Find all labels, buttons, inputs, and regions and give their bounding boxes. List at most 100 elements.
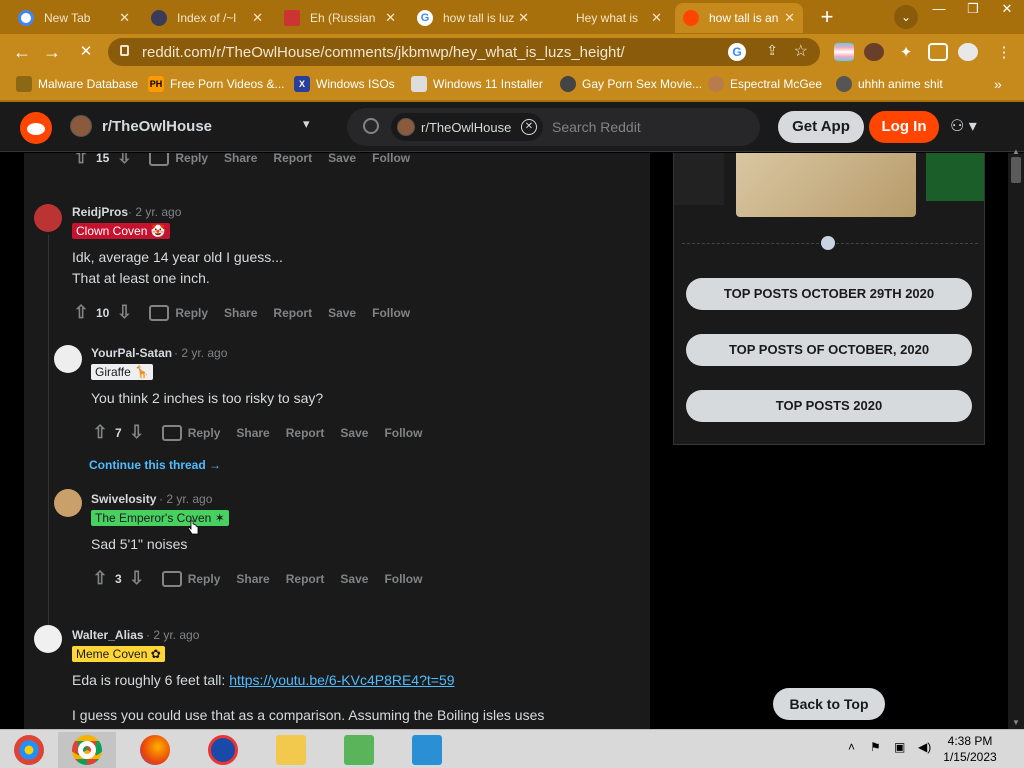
- reply-icon[interactable]: [161, 570, 182, 587]
- tab-index[interactable]: Index of /~l ✕: [143, 3, 271, 33]
- log-in-button[interactable]: Log In: [869, 111, 939, 143]
- avatar[interactable]: [34, 625, 62, 653]
- restore-button[interactable]: ❐: [956, 0, 990, 20]
- thumbnail-image[interactable]: [736, 153, 916, 217]
- stop-loading-button[interactable]: ✕: [74, 40, 98, 64]
- chevron-down-icon[interactable]: ▾: [303, 116, 310, 132]
- scroll-up-icon[interactable]: ▲: [1012, 147, 1020, 156]
- reply-button[interactable]: Reply: [175, 306, 208, 320]
- thumbnail-image[interactable]: [674, 153, 724, 205]
- follow-button[interactable]: Follow: [372, 306, 410, 320]
- tab-search-button[interactable]: ⌄: [894, 5, 918, 29]
- tab-hey-what-is[interactable]: Hey what is ✕: [542, 3, 670, 33]
- new-tab-button[interactable]: +: [814, 5, 840, 31]
- volume-icon[interactable]: ◀): [918, 740, 931, 754]
- top-posts-year-button[interactable]: TOP POSTS 2020: [686, 390, 972, 422]
- bookmark-star-icon[interactable]: ☆: [794, 41, 808, 61]
- close-tab-icon[interactable]: ✕: [518, 10, 529, 26]
- follow-button[interactable]: Follow: [384, 572, 422, 586]
- minimize-button[interactable]: —: [922, 0, 956, 20]
- back-to-top-button[interactable]: Back to Top: [773, 688, 885, 720]
- continue-thread-link[interactable]: Continue this thread →: [89, 458, 221, 472]
- share-button[interactable]: Share: [224, 153, 257, 165]
- extension-avatar-icon[interactable]: [864, 43, 884, 61]
- extensions-puzzle-icon[interactable]: ✦: [896, 43, 916, 61]
- start-button[interactable]: [0, 732, 58, 768]
- share-button[interactable]: Share: [236, 572, 269, 586]
- save-button[interactable]: Save: [328, 306, 356, 320]
- reply-button[interactable]: Reply: [175, 153, 208, 165]
- comment-age[interactable]: · 2 yr. ago: [174, 346, 227, 360]
- flag-icon[interactable]: ⚑: [870, 740, 881, 754]
- save-button[interactable]: Save: [328, 153, 356, 165]
- taskbar-firefox[interactable]: [126, 732, 184, 768]
- user-menu-icon[interactable]: ⚇ ▾: [950, 116, 977, 136]
- close-window-button[interactable]: ✕: [990, 0, 1024, 20]
- youtube-link[interactable]: https://youtu.be/6-KVc4P8RE4?t=59: [229, 672, 454, 688]
- upvote-icon[interactable]: ⇧: [89, 568, 111, 589]
- bookmark-espectral-mcgee[interactable]: Espectral McGee: [708, 76, 822, 92]
- avatar[interactable]: [34, 204, 62, 232]
- comment-author[interactable]: Walter_Alias: [72, 628, 144, 642]
- reddit-logo-icon[interactable]: [20, 112, 52, 144]
- comment-age[interactable]: · 2 yr. ago: [159, 492, 212, 506]
- share-icon[interactable]: ⇪: [766, 42, 778, 59]
- tab-new-tab[interactable]: New Tab ✕: [10, 3, 138, 33]
- forward-button[interactable]: →: [40, 40, 64, 64]
- url-text[interactable]: reddit.com/r/TheOwlHouse/comments/jkbmwp…: [142, 44, 625, 61]
- search-community-chip[interactable]: r/TheOwlHouse ✕: [391, 113, 543, 141]
- search-input[interactable]: Search Reddit: [552, 119, 641, 135]
- page-scrollbar[interactable]: ▲ ▼: [1008, 147, 1024, 729]
- downvote-icon[interactable]: ⇩: [126, 422, 148, 443]
- close-tab-icon[interactable]: ✕: [119, 10, 130, 26]
- thread-line[interactable]: [48, 235, 49, 625]
- bookmark-windows-11-installer[interactable]: Windows 11 Installer: [411, 76, 543, 92]
- reply-icon[interactable]: [149, 304, 170, 321]
- share-button[interactable]: Share: [224, 306, 257, 320]
- reply-button[interactable]: Reply: [188, 426, 221, 440]
- community-switcher[interactable]: r/TheOwlHouse: [70, 115, 212, 137]
- report-button[interactable]: Report: [273, 153, 312, 165]
- upvote-icon[interactable]: ⇧: [70, 153, 92, 168]
- taskbar-network[interactable]: [330, 732, 388, 768]
- comment-age[interactable]: · 2 yr. ago: [146, 628, 199, 642]
- taskbar-news[interactable]: [194, 732, 252, 768]
- report-button[interactable]: Report: [286, 572, 325, 586]
- scroll-down-icon[interactable]: ▼: [1012, 718, 1020, 727]
- reply-icon[interactable]: [161, 424, 182, 441]
- tab-how-tall-active[interactable]: how tall is an ✕: [675, 3, 803, 33]
- address-bar[interactable]: reddit.com/r/TheOwlHouse/comments/jkbmwp…: [108, 38, 820, 66]
- network-status-icon[interactable]: ▣: [894, 740, 905, 754]
- reply-icon[interactable]: [149, 153, 170, 166]
- bookmark-malware-database[interactable]: Malware Database: [16, 76, 138, 92]
- report-button[interactable]: Report: [273, 306, 312, 320]
- top-posts-day-button[interactable]: TOP POSTS OCTOBER 29TH 2020: [686, 278, 972, 310]
- reply-button[interactable]: Reply: [188, 572, 221, 586]
- carousel-dot[interactable]: [821, 236, 835, 250]
- close-tab-icon[interactable]: ✕: [385, 10, 396, 26]
- upvote-icon[interactable]: ⇧: [89, 422, 111, 443]
- scrollbar-thumb[interactable]: [1011, 157, 1021, 183]
- show-hidden-icons[interactable]: ˄: [848, 740, 855, 754]
- taskbar-file-explorer[interactable]: [262, 732, 320, 768]
- bookmark-free-porn-videos[interactable]: PH Free Porn Videos &...: [148, 76, 285, 92]
- bookmark-anime[interactable]: uhhh anime shit: [836, 76, 943, 92]
- profile-icon[interactable]: [958, 43, 978, 61]
- save-button[interactable]: Save: [340, 572, 368, 586]
- taskbar-app[interactable]: [398, 732, 456, 768]
- get-app-button[interactable]: Get App: [778, 111, 864, 143]
- tab-eh-russian[interactable]: Eh (Russian ✕: [276, 3, 404, 33]
- comment-author[interactable]: Swivelosity: [91, 492, 156, 506]
- comment-age[interactable]: · 2 yr. ago: [128, 205, 181, 219]
- close-tab-icon[interactable]: ✕: [651, 10, 662, 26]
- bookmark-gay-porn-sex-movie[interactable]: Gay Porn Sex Movie...: [560, 76, 702, 92]
- avatar[interactable]: [54, 345, 82, 373]
- system-clock[interactable]: 4:38 PM 1/15/2023: [940, 733, 1000, 765]
- avatar[interactable]: [54, 489, 82, 517]
- side-panel-icon[interactable]: [928, 43, 948, 61]
- extension-flag-icon[interactable]: [834, 43, 854, 61]
- taskbar-chrome[interactable]: [58, 732, 116, 768]
- share-button[interactable]: Share: [236, 426, 269, 440]
- google-lens-icon[interactable]: G: [728, 43, 746, 61]
- save-button[interactable]: Save: [340, 426, 368, 440]
